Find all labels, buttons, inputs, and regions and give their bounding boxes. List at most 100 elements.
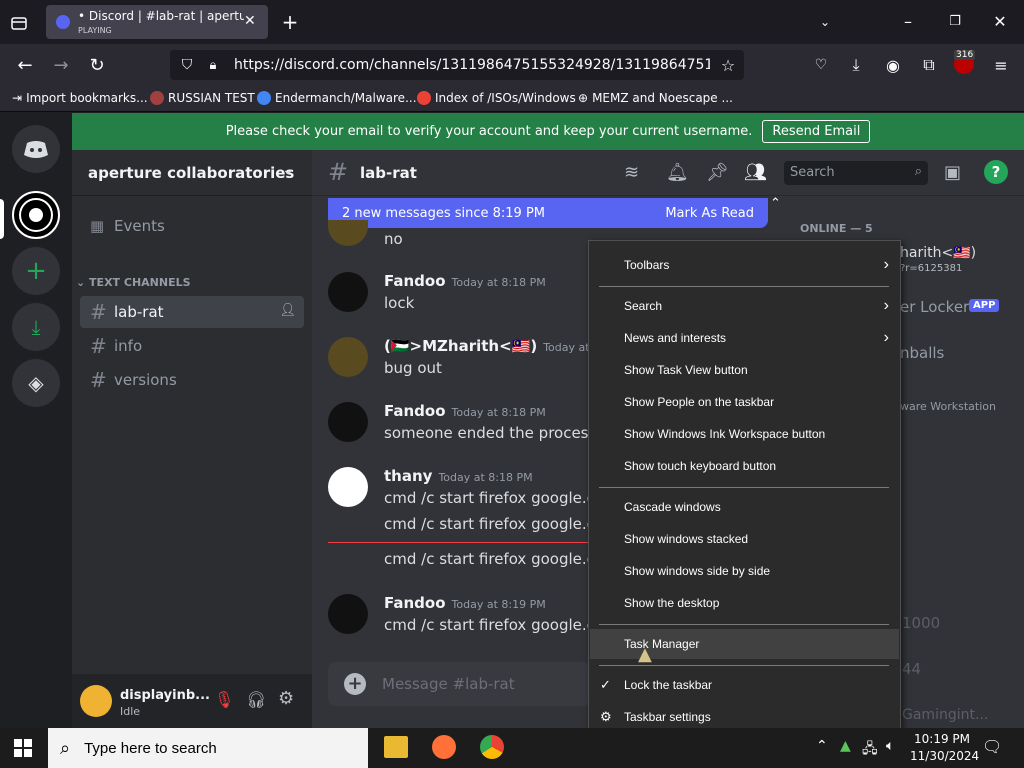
menu-item-toolbars[interactable]: Toolbars › xyxy=(590,250,899,280)
shield-icon[interactable]: ⛉ xyxy=(178,56,196,74)
bookmark-endermanch[interactable]: Endermanch/Malware... xyxy=(257,91,417,105)
menu-item-search[interactable]: Search › xyxy=(590,291,899,321)
member-name[interactable]: harith<🇲🇾) xyxy=(900,245,976,261)
discord-home-icon[interactable] xyxy=(12,125,60,173)
member-name[interactable]: er Locker xyxy=(900,298,969,316)
back-icon[interactable]: ← xyxy=(14,54,36,76)
member-name[interactable]: nballs xyxy=(900,344,944,362)
message-author[interactable]: Fandoo Today at 8:19 PM xyxy=(384,594,546,612)
member-name[interactable]: 44 xyxy=(902,660,921,678)
help-icon[interactable]: ? xyxy=(984,160,1008,184)
notification-bell-icon[interactable]: 🔔︎ xyxy=(666,162,689,183)
avatar[interactable] xyxy=(328,402,368,442)
network-icon[interactable]: 🖧︎ xyxy=(862,738,878,762)
inbox-icon[interactable]: ▣ xyxy=(944,162,961,183)
downloads-icon[interactable]: ⤓ xyxy=(845,54,867,76)
avatar[interactable] xyxy=(328,467,368,507)
events-item[interactable]: ▦ Events xyxy=(80,210,304,242)
bookmark-russian-test[interactable]: RUSSIAN TEST xyxy=(150,91,255,105)
bookmark-memz[interactable]: ⊕ MEMZ and Noescape ... xyxy=(578,91,733,105)
menu-item-people[interactable]: Show People on the taskbar xyxy=(590,387,899,417)
close-window-icon[interactable]: ✕ xyxy=(990,10,1010,32)
bookmark-isos[interactable]: Index of /ISOs/Windows xyxy=(417,91,576,105)
menu-item-touch-keyboard[interactable]: Show touch keyboard button xyxy=(590,451,899,481)
channel-lab-rat[interactable]: # lab-rat 👤︎ xyxy=(80,296,304,328)
tray-chevron-up-icon[interactable]: ⌃ xyxy=(816,738,828,754)
avatar[interactable] xyxy=(328,337,368,377)
message-author[interactable]: thany Today at 8:18 PM xyxy=(384,467,533,485)
new-tab-icon[interactable]: + xyxy=(280,10,300,34)
notifications-icon[interactable]: 🗨︎ xyxy=(982,737,1002,756)
extensions-icon[interactable]: ⧉ xyxy=(918,54,940,76)
menu-icon[interactable]: ≡ xyxy=(990,54,1012,76)
bookmark-star-icon[interactable]: ☆ xyxy=(718,55,738,75)
account-icon[interactable]: ◉ xyxy=(882,54,904,76)
restore-icon[interactable]: ❐ xyxy=(945,10,965,32)
browser-tab-active[interactable]: • Discord | #lab-rat | aperture c PLAYIN… xyxy=(46,5,268,39)
file-explorer-icon[interactable] xyxy=(384,736,408,758)
tab-list-icon[interactable] xyxy=(8,12,30,34)
mic-muted-icon[interactable]: 🎙︎ xyxy=(214,690,234,709)
new-messages-text: 2 new messages since 8:19 PM xyxy=(342,205,546,221)
menu-item-show-desktop[interactable]: Show the desktop xyxy=(590,588,899,618)
windows-start-icon[interactable] xyxy=(14,739,32,757)
clock-date[interactable]: 11/30/2024 xyxy=(910,749,979,763)
list-all-tabs-icon[interactable]: ⌄ xyxy=(815,12,835,32)
volume-icon[interactable]: 🔈︎ xyxy=(886,738,894,754)
menu-item-cascade[interactable]: Cascade windows xyxy=(590,492,899,522)
member-name[interactable]: Gamingint... xyxy=(902,707,988,723)
server-header[interactable]: aperture collaboratories ⌄ xyxy=(72,150,312,196)
pinned-icon[interactable]: 📌︎ xyxy=(706,162,729,183)
url-text[interactable]: https://discord.com/channels/13119864751… xyxy=(234,57,710,73)
lock-icon[interactable]: 🔒︎ xyxy=(204,56,222,74)
message-input[interactable]: Message #lab-rat xyxy=(382,675,515,693)
menu-item-stacked[interactable]: Show windows stacked xyxy=(590,524,899,554)
message-author[interactable]: Fandoo Today at 8:18 PM xyxy=(384,272,546,290)
bookmark-import[interactable]: ⇥ Import bookmarks... xyxy=(12,91,148,105)
pocket-icon[interactable]: ♡ xyxy=(810,54,832,76)
clock-time[interactable]: 10:19 PM xyxy=(914,732,970,746)
url-bar[interactable]: ⛉ 🔒︎ https://discord.com/channels/131198… xyxy=(170,50,744,80)
jump-up-icon[interactable]: ⌃ xyxy=(770,196,781,211)
avatar[interactable] xyxy=(328,594,368,634)
avatar[interactable] xyxy=(80,685,112,717)
menu-item-task-view[interactable]: Show Task View button xyxy=(590,355,899,385)
minimize-icon[interactable]: – xyxy=(898,10,918,32)
text-channels-header[interactable]: ⌄ TEXT CHANNELS xyxy=(76,276,191,289)
add-attachment-icon[interactable]: + xyxy=(344,673,366,695)
headphones-icon[interactable]: 🎧︎ xyxy=(246,690,266,709)
menu-item-lock-taskbar[interactable]: ✓ Lock the taskbar xyxy=(590,670,899,700)
taskbar-search-input[interactable]: Type here to search xyxy=(84,740,217,757)
new-messages-bar[interactable]: 2 new messages since 8:19 PM Mark As Rea… xyxy=(328,198,768,228)
discover-icon[interactable]: ◈ xyxy=(12,359,60,407)
message-author[interactable]: Fandoo Today at 8:18 PM xyxy=(384,402,546,420)
message-composer[interactable]: + Message #lab-rat xyxy=(328,662,590,706)
download-apps-icon[interactable]: ⤓ xyxy=(12,303,60,351)
resend-email-button[interactable]: Resend Email xyxy=(762,120,871,143)
menu-item-news[interactable]: News and interests › xyxy=(590,323,899,353)
avatar[interactable] xyxy=(328,272,368,312)
search-input[interactable]: Search xyxy=(790,165,835,180)
aperture-server-icon[interactable] xyxy=(12,191,60,239)
add-member-icon[interactable]: 👤︎ xyxy=(279,303,296,318)
tray-app-icon[interactable]: ▲ xyxy=(840,738,851,754)
reload-icon[interactable]: ↻ xyxy=(86,54,108,76)
tab-close-icon[interactable]: ✕ xyxy=(244,13,256,29)
member-list-icon[interactable]: 👥︎ xyxy=(744,162,767,183)
taskbar-search[interactable]: ⌕ Type here to search xyxy=(48,728,368,768)
firefox-icon[interactable] xyxy=(432,735,456,759)
search-box[interactable]: Search ⌕ xyxy=(784,161,928,185)
chrome-icon[interactable] xyxy=(480,735,504,759)
member-name[interactable]: 1000 xyxy=(902,614,940,632)
add-server-icon[interactable]: + xyxy=(12,247,60,295)
menu-item-ink-workspace[interactable]: Show Windows Ink Workspace button xyxy=(590,419,899,449)
message-author[interactable]: (🇵🇸>MZharith<🇲🇾) Today at 8:18 xyxy=(384,337,618,355)
forward-icon[interactable]: → xyxy=(50,54,72,76)
menu-item-side-by-side[interactable]: Show windows side by side xyxy=(590,556,899,586)
channel-versions[interactable]: # versions xyxy=(80,364,304,396)
threads-icon[interactable]: ≋ xyxy=(624,162,639,183)
settings-gear-icon[interactable]: ⚙ xyxy=(278,688,294,709)
channel-info[interactable]: # info xyxy=(80,330,304,362)
menu-item-task-manager[interactable]: Task Manager xyxy=(590,629,899,659)
mark-as-read-button[interactable]: Mark As Read xyxy=(665,206,754,221)
